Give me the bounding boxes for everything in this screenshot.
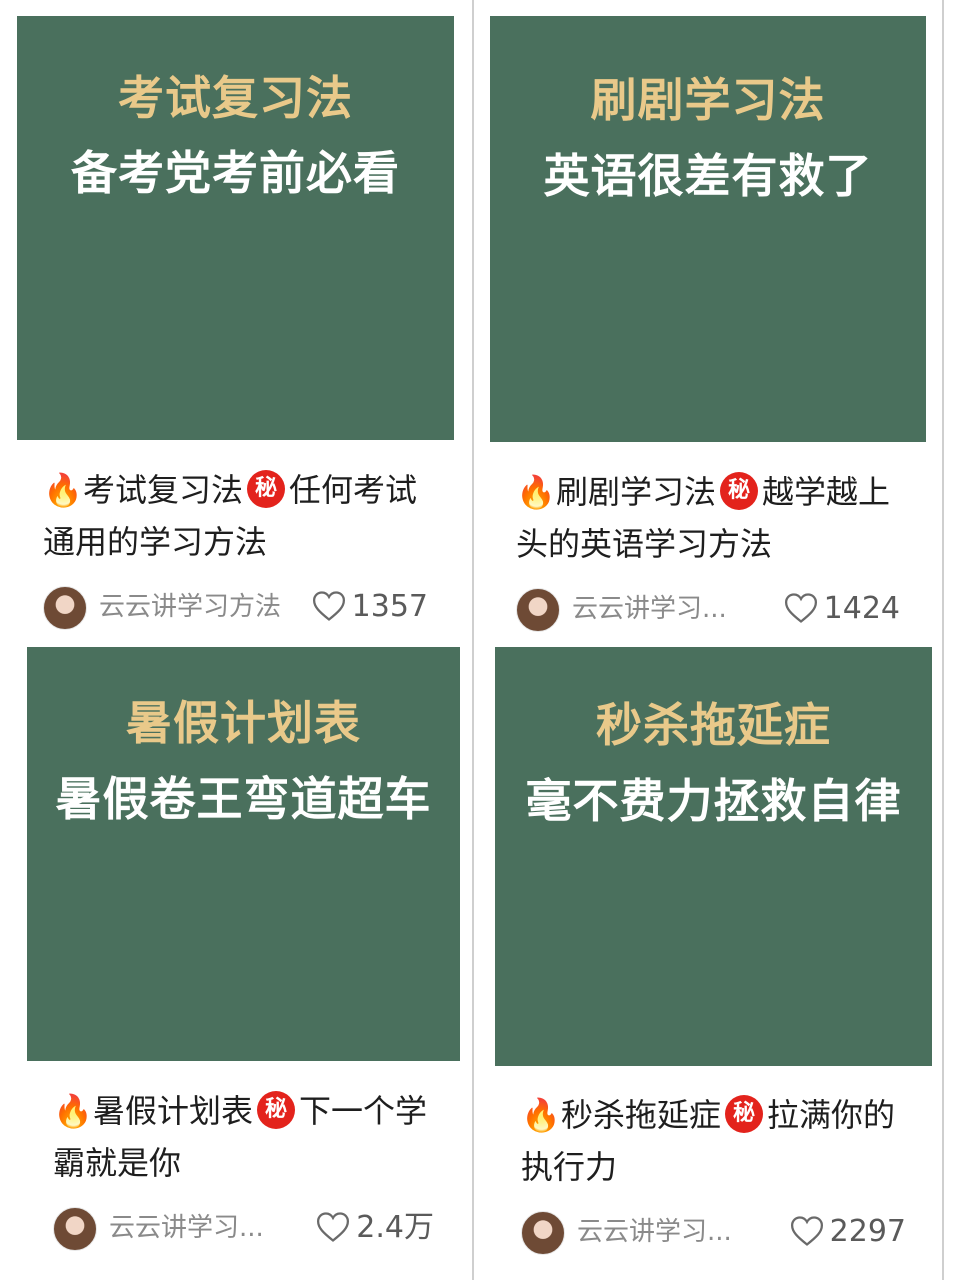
cover-title: 暑假计划表 — [126, 696, 361, 750]
avatar[interactable] — [43, 586, 87, 630]
note-cover[interactable]: 考试复习法 备考党考前必看 — [17, 16, 454, 440]
note-cover[interactable]: 秒杀拖延症 毫不费力拯救自律 — [495, 647, 932, 1066]
note-card-2[interactable]: 刷剧学习法 英语很差有救了 🔥刷剧学习法秘越学越上头的英语学习方法 云云讲学习.… — [490, 16, 926, 636]
cover-subtitle: 备考党考前必看 — [71, 146, 400, 200]
like-count: 1424 — [823, 591, 900, 626]
fire-icon: 🔥 — [516, 473, 556, 511]
author-name[interactable]: 云云讲学习... — [577, 1213, 777, 1251]
secret-badge-icon: 秘 — [725, 1095, 764, 1133]
cover-title: 秒杀拖延症 — [596, 698, 831, 752]
like-button[interactable]: 2297 — [790, 1213, 906, 1251]
note-caption[interactable]: 🔥刷剧学习法秘越学越上头的英语学习方法 — [516, 466, 908, 570]
author-name[interactable]: 云云讲学习... — [109, 1209, 309, 1247]
cover-subtitle: 暑假卷王弯道超车 — [55, 772, 432, 826]
right-edge-divider — [942, 0, 944, 1280]
author-name[interactable]: 云云讲学习... — [572, 590, 772, 628]
avatar[interactable] — [53, 1207, 97, 1251]
cover-subtitle: 毫不费力拯救自律 — [525, 774, 902, 828]
caption-title: 秒杀拖延症 — [561, 1096, 722, 1134]
note-caption[interactable]: 🔥暑假计划表秘下一个学霸就是你 — [53, 1085, 442, 1189]
note-meta: 云云讲学习... 2297 — [521, 1209, 906, 1255]
fire-icon: 🔥 — [53, 1092, 93, 1130]
cover-title: 考试复习法 — [118, 71, 353, 125]
like-count: 2297 — [829, 1214, 906, 1249]
caption-title: 刷剧学习法 — [556, 473, 717, 511]
like-button[interactable]: 1424 — [784, 590, 900, 628]
heart-icon — [790, 1215, 823, 1246]
secret-badge-icon: 秘 — [247, 470, 286, 508]
caption-title: 暑假计划表 — [93, 1092, 254, 1130]
heart-icon — [317, 1211, 350, 1242]
note-card-4[interactable]: 秒杀拖延症 毫不费力拯救自律 🔥秒杀拖延症秘拉满你的执行力 云云讲学习... 2… — [495, 647, 932, 1271]
cover-title: 刷剧学习法 — [590, 73, 826, 127]
heart-icon — [312, 590, 345, 621]
fire-icon: 🔥 — [521, 1096, 561, 1134]
avatar[interactable] — [516, 588, 560, 632]
like-count: 1357 — [351, 589, 428, 624]
note-card-3[interactable]: 暑假计划表 暑假卷王弯道超车 🔥暑假计划表秘下一个学霸就是你 云云讲学习... … — [27, 647, 460, 1271]
heart-icon — [784, 592, 817, 623]
like-button[interactable]: 2.4万 — [316, 1209, 434, 1247]
note-cover[interactable]: 刷剧学习法 英语很差有救了 — [490, 16, 926, 442]
avatar[interactable] — [521, 1211, 565, 1255]
note-card-1[interactable]: 考试复习法 备考党考前必看 🔥考试复习法秘任何考试通用的学习方法 云云讲学习方法… — [17, 16, 454, 636]
note-meta: 云云讲学习方法 1357 — [43, 584, 428, 630]
column-divider — [472, 0, 474, 1280]
note-caption[interactable]: 🔥考试复习法秘任何考试通用的学习方法 — [43, 464, 436, 568]
note-caption[interactable]: 🔥秒杀拖延症秘拉满你的执行力 — [521, 1089, 914, 1193]
author-name[interactable]: 云云讲学习方法 — [99, 588, 299, 626]
note-cover[interactable]: 暑假计划表 暑假卷王弯道超车 — [27, 647, 460, 1061]
fire-icon: 🔥 — [43, 471, 83, 509]
like-button[interactable]: 1357 — [312, 588, 428, 626]
like-count: 2.4万 — [356, 1210, 434, 1245]
secret-badge-icon: 秘 — [257, 1091, 296, 1129]
note-meta: 云云讲学习... 1424 — [516, 586, 900, 632]
note-meta: 云云讲学习... 2.4万 — [53, 1205, 434, 1251]
secret-badge-icon: 秘 — [720, 472, 759, 510]
caption-title: 考试复习法 — [83, 471, 244, 509]
cover-subtitle: 英语很差有救了 — [543, 149, 873, 203]
